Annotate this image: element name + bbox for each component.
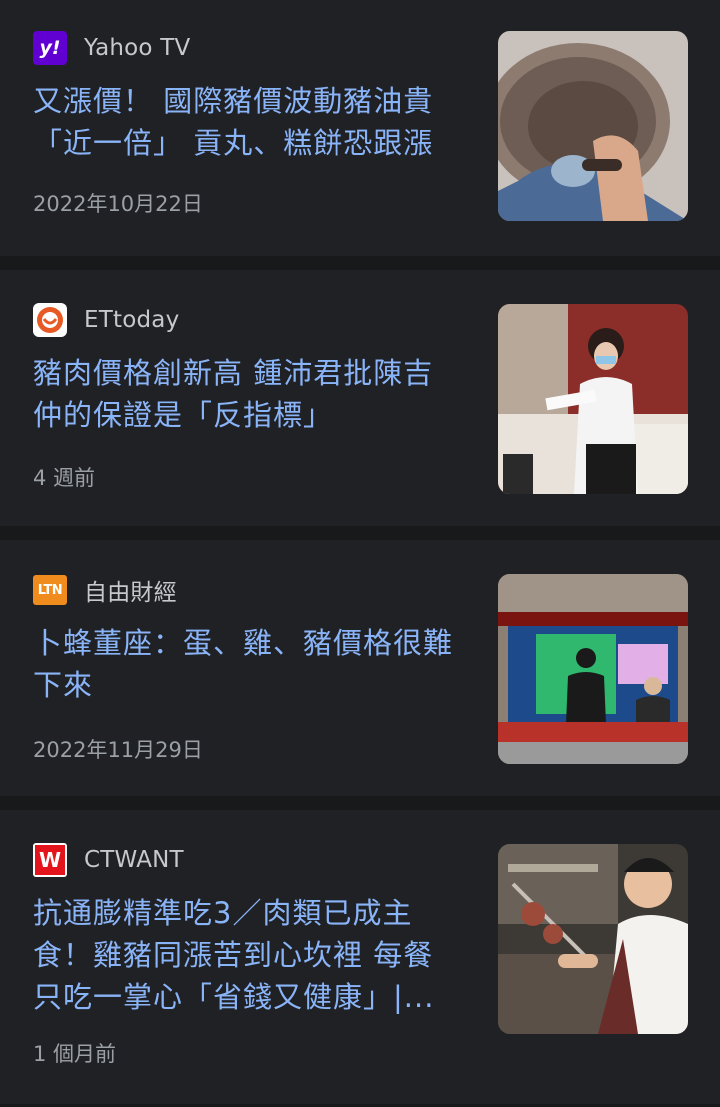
ctwant-logo-text: W bbox=[38, 848, 62, 872]
ettoday-smile-icon bbox=[37, 307, 63, 333]
yahoo-logo-text: y! bbox=[39, 37, 61, 59]
news-card[interactable]: W CTWANT 抗通膨精準吃3／肉類已成主食！雞豬同漲苦到心坎裡 每餐只吃一掌… bbox=[0, 810, 720, 1104]
thumbnail-image[interactable] bbox=[498, 844, 688, 1034]
source-row: y! Yahoo TV bbox=[33, 30, 190, 66]
thumbnail-chef bbox=[498, 844, 688, 1034]
headline[interactable]: 抗通膨精準吃3／肉類已成主食！雞豬同漲苦到心坎裡 每餐只吃一掌心「省錢又健康」|… bbox=[33, 892, 463, 1018]
source-name: Yahoo TV bbox=[84, 35, 191, 61]
ettoday-logo-icon bbox=[33, 303, 67, 337]
headline[interactable]: 豬肉價格創新高 鍾沛君批陳吉仲的保證是「反指標」 bbox=[33, 352, 463, 436]
thumbnail-pot-hands bbox=[498, 31, 688, 221]
thumbnail-image[interactable] bbox=[498, 574, 688, 764]
news-card[interactable]: ETtoday 豬肉價格創新高 鍾沛君批陳吉仲的保證是「反指標」 4 週前 bbox=[0, 270, 720, 526]
ltn-logo-icon: LTN bbox=[33, 575, 67, 605]
source-name: CTWANT bbox=[84, 847, 184, 873]
source-name: 自由財經 bbox=[84, 580, 177, 606]
news-card[interactable]: y! Yahoo TV 又漲價！ 國際豬價波動豬油貴「近一倍」 貢丸、糕餅恐跟漲… bbox=[0, 0, 720, 256]
news-card[interactable]: LTN 自由財經 卜蜂董座：蛋、雞、豬價格很難下來 2022年11月29日 bbox=[0, 540, 720, 796]
publish-time: 2022年11月29日 bbox=[33, 738, 203, 762]
thumbnail-conference bbox=[498, 574, 688, 764]
yahoo-logo-icon: y! bbox=[33, 31, 67, 65]
headline[interactable]: 卜蜂董座：蛋、雞、豬價格很難下來 bbox=[33, 622, 463, 706]
source-row: ETtoday bbox=[33, 302, 179, 338]
thumbnail-image[interactable] bbox=[498, 304, 688, 494]
ltn-logo-text: LTN bbox=[37, 582, 63, 598]
source-row: LTN 自由財經 bbox=[33, 572, 177, 608]
thumbnail-image[interactable] bbox=[498, 31, 688, 221]
publish-time: 1 個月前 bbox=[33, 1042, 117, 1066]
publish-time: 2022年10月22日 bbox=[33, 192, 203, 216]
news-feed: y! Yahoo TV 又漲價！ 國際豬價波動豬油貴「近一倍」 貢丸、糕餅恐跟漲… bbox=[0, 0, 720, 1104]
ctwant-logo-box: W bbox=[35, 845, 65, 875]
thumbnail-speaker bbox=[498, 304, 688, 494]
source-row: W CTWANT bbox=[33, 842, 184, 878]
headline[interactable]: 又漲價！ 國際豬價波動豬油貴「近一倍」 貢丸、糕餅恐跟漲 bbox=[33, 80, 463, 164]
publish-time: 4 週前 bbox=[33, 466, 96, 490]
source-name: ETtoday bbox=[84, 307, 180, 333]
ctwant-logo-icon: W bbox=[33, 843, 67, 877]
